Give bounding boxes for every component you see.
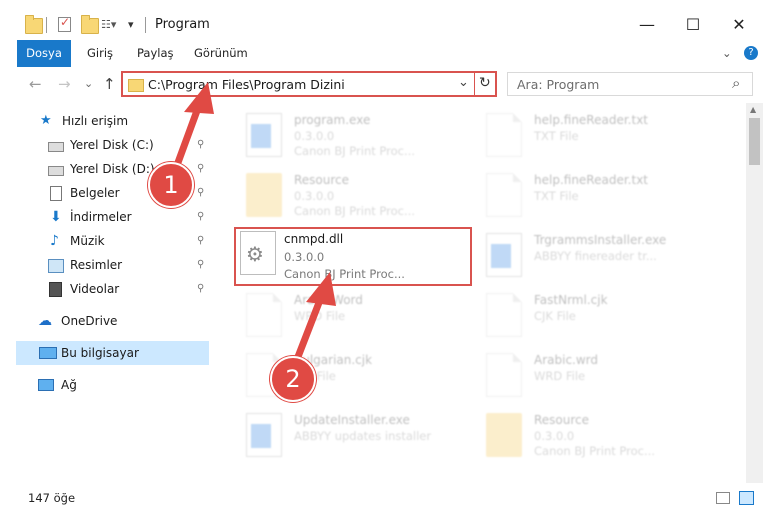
arrow-1-head: [184, 82, 214, 114]
arrow-2-shaft: [292, 296, 324, 366]
step-badge-1: 1: [148, 162, 194, 208]
annotation-arrows: [172, 82, 336, 366]
step-badge-2: 2: [270, 356, 316, 402]
arrow-2-head: [306, 272, 336, 306]
arrow-1-shaft: [172, 104, 202, 172]
